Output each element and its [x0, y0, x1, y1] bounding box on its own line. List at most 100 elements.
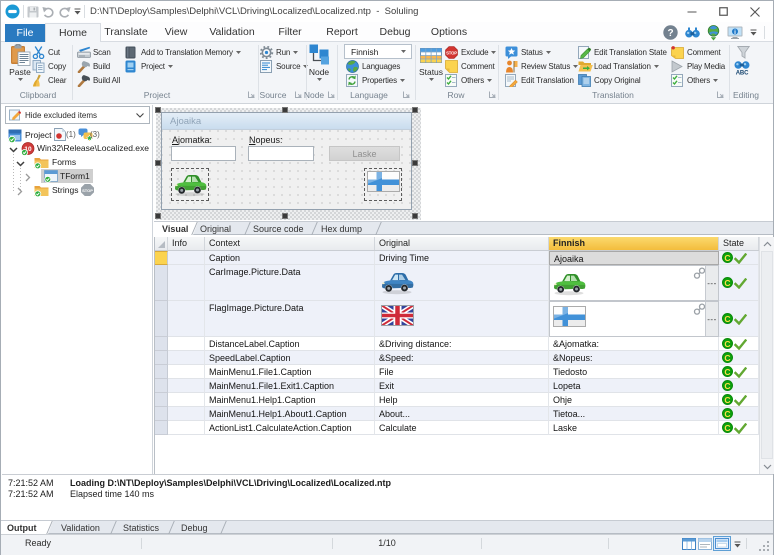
grid-row[interactable]: MainMenu1.Help1.About1.Caption About... Ti…	[155, 407, 759, 421]
icon-button[interactable]	[737, 45, 753, 59]
tab-debug[interactable]: Debug	[371, 23, 419, 42]
close-button[interactable]	[740, 1, 770, 22]
view-tab-original[interactable]: Original	[192, 222, 252, 234]
grid-view-icon[interactable]	[682, 538, 696, 550]
build-all-button[interactable]: Build All	[77, 73, 120, 87]
ellipsis-button[interactable]: ---	[705, 302, 718, 336]
status-button[interactable]: Status	[417, 44, 445, 81]
scroll-down-icon[interactable]	[763, 464, 772, 470]
card-view-icon[interactable]	[698, 538, 712, 550]
play-media-button[interactable]: Play Media	[671, 59, 725, 73]
comment-button[interactable]: Comment	[445, 59, 495, 73]
column-header-finnish[interactable]: Finnish	[549, 237, 719, 250]
cell-finnish[interactable]: &Ajomatka:	[549, 337, 719, 351]
grid-scrollbar[interactable]	[759, 237, 774, 474]
others-button[interactable]: Others	[445, 73, 493, 87]
load-translation-button[interactable]: Load Translation	[578, 59, 659, 73]
tab-home[interactable]: Home	[45, 23, 101, 43]
ribbon-options-dropdown-icon[interactable]	[750, 29, 757, 36]
grid-row[interactable]: MainMenu1.File1.Caption File Tiedosto C	[155, 365, 759, 379]
cell-finnish[interactable]: &Nopeus:	[549, 351, 719, 365]
others-button[interactable]: Others	[671, 73, 719, 87]
comment-button[interactable]: Comment	[671, 45, 721, 59]
web-icon[interactable]	[707, 24, 720, 41]
preview-input-distance[interactable]	[171, 146, 236, 161]
edit-translation-button[interactable]: Edit Translation	[505, 73, 574, 87]
exclude-button[interactable]: STOP Exclude	[445, 45, 497, 59]
copy-button[interactable]: Copy	[32, 59, 66, 73]
tree-item-project[interactable]: Project (1) (3)	[2, 128, 152, 143]
project-button[interactable]: Project	[125, 59, 173, 73]
tab-filter[interactable]: Filter	[267, 23, 313, 42]
chevron-right-icon[interactable]	[24, 173, 32, 182]
minimize-button[interactable]	[677, 1, 707, 22]
build-button[interactable]: Build	[77, 59, 110, 73]
selection-handle[interactable]	[412, 213, 418, 219]
resize-grip[interactable]	[759, 541, 770, 552]
tab-validation[interactable]: Validation	[201, 23, 263, 42]
languages-button[interactable]: Languages	[346, 59, 400, 73]
selection-handle[interactable]	[155, 107, 161, 113]
view-tab-hex-dump[interactable]: Hex dump	[313, 222, 373, 234]
cell-finnish[interactable]: Lopeta	[549, 379, 719, 393]
undo-icon[interactable]	[42, 6, 55, 18]
column-header-context[interactable]: Context	[205, 237, 375, 250]
grid-row[interactable]: FlagImage.Picture.Data --- C	[155, 301, 759, 337]
ellipsis-button[interactable]: ---	[705, 266, 718, 300]
selection-handle[interactable]	[412, 160, 418, 166]
filter-combo[interactable]: Hide excluded items	[5, 106, 150, 124]
qat-dropdown-icon[interactable]	[74, 8, 81, 15]
column-header-original[interactable]: Original	[375, 237, 549, 250]
cell-finnish[interactable]: Tiedosto	[549, 365, 719, 379]
tree-item-tform1[interactable]: TForm1	[2, 169, 152, 184]
status-button[interactable]: Status	[505, 45, 551, 59]
grid-row[interactable]: MainMenu1.File1.Exit1.Caption Exit Lopeta C	[155, 379, 759, 393]
find-icon[interactable]	[685, 27, 700, 38]
tab-file[interactable]: File	[5, 24, 45, 42]
clear-button[interactable]: Clear	[32, 73, 67, 87]
cut-button[interactable]: Cut	[32, 45, 60, 59]
tab-options[interactable]: Options	[425, 23, 473, 42]
bottom-tab-validation[interactable]: Validation	[53, 521, 113, 533]
chevron-down-icon[interactable]	[9, 146, 18, 154]
language-combo[interactable]: Finnish	[344, 44, 412, 59]
grid-row[interactable]: SpeedLabel.Caption &Speed: &Nopeus: C	[155, 351, 759, 365]
selection-handle[interactable]	[412, 107, 418, 113]
run-button[interactable]: Run	[260, 45, 299, 59]
scroll-up-icon[interactable]	[763, 241, 772, 247]
form-view-icon[interactable]	[713, 536, 731, 551]
source-button[interactable]: Source	[260, 59, 309, 73]
cell-finnish[interactable]: Laske	[549, 421, 719, 435]
redo-icon[interactable]	[58, 6, 71, 18]
tree-item-forms[interactable]: Forms	[2, 156, 152, 170]
dialog-launcher-icon[interactable]	[403, 91, 411, 99]
tree-item-strings[interactable]: Strings STOP	[2, 183, 152, 198]
cell-finnish[interactable]: ---	[549, 265, 719, 301]
tree-item-win32[interactable]: 10 Win32\Release\Localized.exe	[2, 142, 152, 156]
scan-button[interactable]: Scan	[77, 45, 111, 59]
bottom-tab-statistics[interactable]: Statistics	[115, 521, 175, 533]
scroll-thumb[interactable]	[761, 251, 773, 459]
icon-button[interactable]: ABC	[734, 59, 750, 75]
column-header-state[interactable]: State	[719, 237, 759, 250]
tab-report[interactable]: Report	[319, 23, 365, 42]
copy-original-button[interactable]: Copy Original	[578, 73, 641, 87]
selection-handle[interactable]	[282, 107, 288, 113]
cell-finnish-selected[interactable]: Ajoaika	[549, 251, 719, 265]
save-icon[interactable]	[27, 6, 39, 18]
selection-handle[interactable]	[155, 160, 161, 166]
selection-handle[interactable]	[155, 213, 161, 219]
chevron-right-icon[interactable]	[16, 187, 24, 196]
grid-row[interactable]: Caption Driving Time Ajoaika C	[155, 251, 759, 265]
cell-finnish[interactable]: Ohje	[549, 393, 719, 407]
view-dropdown-icon[interactable]	[734, 541, 741, 548]
edit-translation-state-button[interactable]: Edit Translation State	[578, 45, 667, 59]
column-header-corner[interactable]	[155, 237, 168, 250]
node-button[interactable]: Node	[304, 44, 334, 81]
preview-input-speed[interactable]	[248, 146, 314, 161]
dialog-launcher-icon[interactable]	[489, 91, 497, 99]
grid-row[interactable]: DistanceLabel.Caption &Driving distance: &…	[155, 337, 759, 351]
chevron-down-icon[interactable]	[16, 160, 25, 168]
help-icon[interactable]: ?	[663, 25, 678, 40]
cell-finnish[interactable]: ---	[549, 301, 719, 337]
